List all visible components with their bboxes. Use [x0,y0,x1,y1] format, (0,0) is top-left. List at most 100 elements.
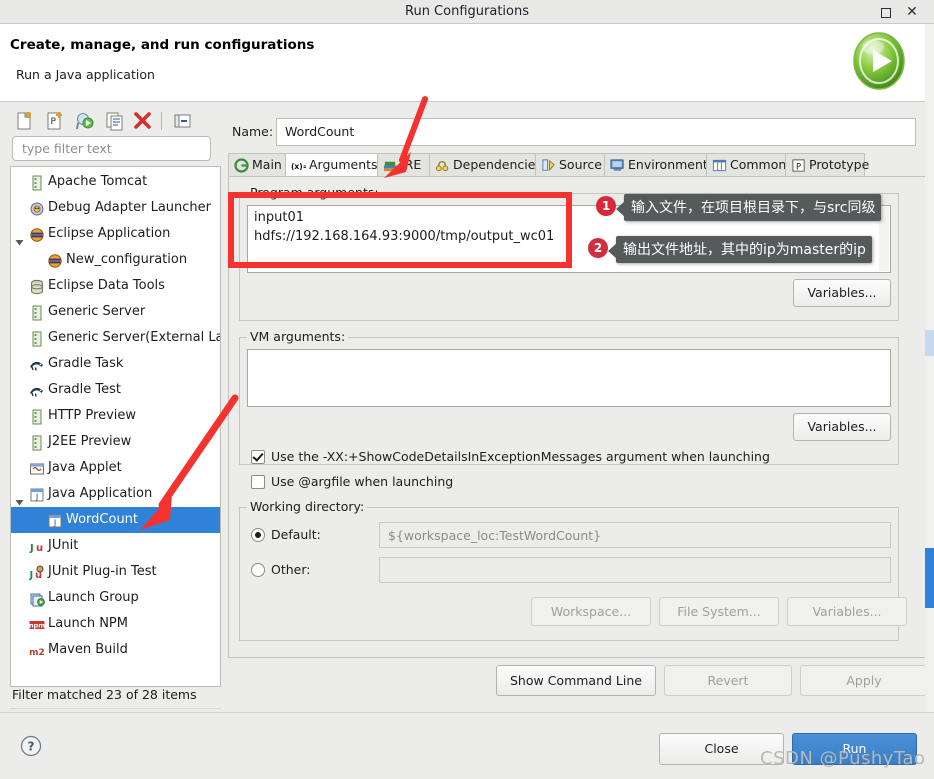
dialog-scrollbar-thumb[interactable] [925,548,934,608]
file-system-button[interactable]: File System... [659,597,779,626]
tab-dependencies[interactable]: Dependencies [429,153,542,177]
show-command-line-button[interactable]: Show Command Line [496,665,656,696]
tree-item-label: Debug Adapter Launcher [48,200,212,215]
show-code-details-checkbox[interactable] [251,450,265,464]
tab-label: Source [559,157,602,172]
new-prototype-icon[interactable]: P [44,111,66,131]
jre-icon [383,158,398,173]
svg-text:J: J [29,570,33,581]
junit-plugin-icon: Ju [29,564,45,581]
filter-placeholder: type filter text [22,141,112,156]
page-title: Create, manage, and run configurations [10,37,315,53]
svg-text:?: ? [28,740,35,754]
toolbar-separator [161,112,162,130]
dialog-scrollbar-track[interactable] [925,24,934,712]
tree-item[interactable]: Ju JUnit Plug-in Test [11,559,220,585]
program-arguments-highlight-box [228,192,572,268]
maximize-icon[interactable] [874,3,898,21]
page-subtitle: Run a Java application [16,67,155,82]
window-title: Run Configurations [405,4,529,19]
launch-group-icon [29,590,45,607]
new-launch-configuration-icon[interactable] [14,111,36,131]
tree-item[interactable]: Launch Group [11,585,220,611]
apply-button[interactable]: Apply [800,665,928,696]
delete-icon[interactable] [132,111,154,131]
tree-item[interactable]: Generic Server [11,299,220,325]
svg-text:u: u [36,543,43,554]
chevron-down-icon[interactable] [15,230,24,246]
environment-icon [610,158,625,173]
main-icon [234,158,249,173]
tab-environment[interactable]: Environment [604,153,708,177]
tree-item[interactable]: Eclipse Data Tools [11,273,220,299]
tree-item[interactable]: Debug Adapter Launcher [11,195,220,221]
tree-item[interactable]: Java Applet [11,455,220,481]
help-icon[interactable]: ? [20,735,42,757]
name-input[interactable]: WordCount [276,118,916,146]
svg-text:P: P [51,117,57,127]
annotation-callout-1: 输入文件，在项目根目录下，与src同级 [616,194,882,221]
dialog-scrollbar-thumb-upper[interactable] [925,330,934,356]
working-directory-default-radio[interactable] [251,528,265,542]
tab-common[interactable]: Common [706,153,786,177]
working-directory-default-label: Default: [271,527,321,542]
bug-icon [29,200,45,216]
program-arguments-variables-button[interactable]: Variables... [793,279,891,307]
tree-item[interactable]: Gradle Task [11,351,220,377]
configurations-tree[interactable]: Apache Tomcat Debug Adapter Launcher Eclip… [10,166,221,687]
name-value: WordCount [285,124,355,139]
tree-item-label: WordCount [66,512,139,527]
tree-item[interactable]: J2EE Preview [11,429,220,455]
tree-item[interactable]: Apache Tomcat [11,169,220,195]
revert-button[interactable]: Revert [664,665,792,696]
vm-arguments-textarea[interactable] [247,349,891,407]
workspace-button[interactable]: Workspace... [531,597,651,626]
svg-text:(x)=: (x)= [291,162,306,171]
variables-button[interactable]: Variables... [787,597,907,626]
chevron-down-icon[interactable] [15,490,24,506]
working-directory-other-field[interactable] [379,557,891,583]
tab-label: Common [730,157,787,172]
tree-item[interactable]: Generic Server(External La [11,325,220,351]
tab-prototype[interactable]: P Prototype [785,153,869,177]
tab-main[interactable]: Main [228,153,286,177]
collapse-all-icon[interactable] [172,111,194,131]
tree-item-selected[interactable]: J WordCount [11,507,220,533]
tree-item[interactable]: J Java Application [11,481,220,507]
annotation-number-1: 1 [596,196,616,216]
working-directory-other-radio[interactable] [251,563,265,577]
tree-item[interactable]: Gradle Test [11,377,220,403]
working-directory-other-label: Other: [271,562,311,577]
tree-item-label: JUnit Plug-in Test [48,564,157,579]
maven-icon: m2 [29,642,45,658]
svg-text:J: J [29,543,34,554]
duplicate-icon[interactable] [104,111,126,131]
title-bar: Run Configurations ✕ [0,0,934,24]
svg-text:J: J [35,493,38,502]
tree-item-label: J2EE Preview [48,434,132,449]
tab-jre[interactable]: JRE [377,153,430,177]
argfile-checkbox[interactable] [251,475,265,489]
tab-label: JRE [401,157,422,172]
tree-item[interactable]: Eclipse Application [11,221,220,247]
run-configurations-dialog: Run Configurations ✕ Create, manage, and… [0,0,934,779]
tree-item[interactable]: npm Launch NPM [11,611,220,637]
tree-item[interactable]: m2 Maven Build [11,637,220,663]
close-icon[interactable]: ✕ [900,3,924,21]
svg-text:npm: npm [29,622,45,630]
tree-item[interactable]: Ju JUnit [11,533,220,559]
tab-label: Environment [628,157,708,172]
tree-item[interactable]: New_configuration [11,247,220,273]
tree-item-label: HTTP Preview [48,408,137,423]
filter-input[interactable]: type filter text [12,136,211,161]
tree-item-label: Eclipse Data Tools [48,278,165,293]
tree-item-label: Maven Build [48,642,128,657]
server-icon [29,434,45,451]
common-icon [712,158,727,173]
name-label: Name: [232,124,274,139]
tree-item[interactable]: HTTP Preview [11,403,220,429]
export-icon[interactable] [74,111,96,131]
tab-arguments[interactable]: (x)=Arguments [285,153,378,177]
vm-arguments-variables-button[interactable]: Variables... [793,413,891,441]
tab-source[interactable]: Source [535,153,605,177]
